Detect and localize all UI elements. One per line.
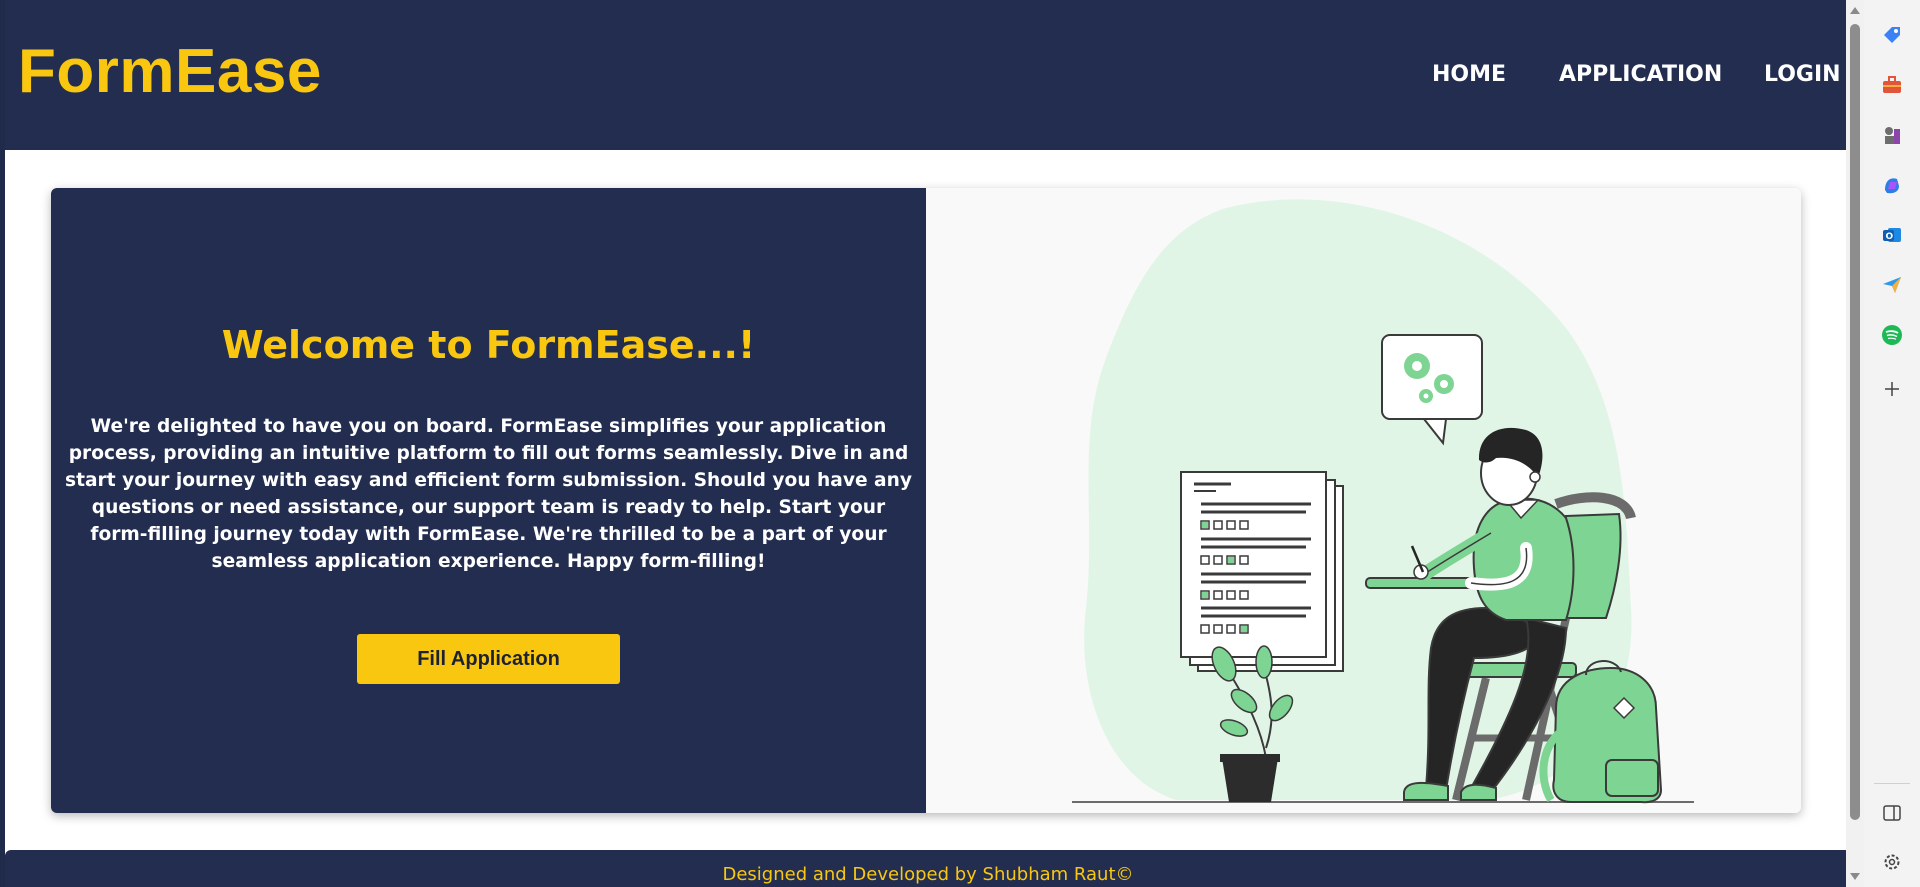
welcome-paragraph: We're delighted to have you on board. Fo… [65, 416, 912, 572]
hero-illustration-panel [926, 188, 1801, 813]
copilot-icon[interactable] [1880, 173, 1904, 197]
send-icon[interactable] [1880, 273, 1904, 297]
form-papers [1180, 471, 1344, 672]
scroll-thumb[interactable] [1850, 24, 1860, 820]
nav-application-link[interactable]: APPLICATION [1559, 62, 1722, 87]
sidebar-separator [1874, 783, 1910, 784]
footer-credit: Designed and Developed by Shubham Raut© [722, 864, 1134, 885]
nav-home-link[interactable]: HOME [1432, 62, 1506, 87]
spotify-icon[interactable] [1880, 323, 1904, 347]
toolbox-icon[interactable] [1880, 73, 1904, 97]
settings-icon[interactable] [1880, 850, 1904, 874]
page: FormEase HOME APPLICATION LOGIN Welcome … [0, 0, 1851, 887]
page-scrollbar[interactable] [1846, 0, 1864, 887]
svg-text:O: O [1886, 232, 1894, 242]
hero-text-panel: Welcome to FormEase...! We're delighted … [51, 188, 926, 813]
hero-card: Welcome to FormEase...! We're delighted … [51, 188, 1801, 813]
brand-logo[interactable]: FormEase [18, 36, 322, 107]
add-icon[interactable] [1880, 377, 1904, 401]
nav-login-link[interactable]: LOGIN [1764, 62, 1841, 87]
panel-toggle-icon[interactable] [1880, 801, 1904, 825]
scroll-up-arrow-icon[interactable] [1850, 7, 1860, 14]
browser-sidebar: O [1864, 0, 1920, 887]
scroll-down-arrow-icon[interactable] [1850, 873, 1860, 880]
tag-icon[interactable] [1880, 23, 1904, 47]
chess-icon[interactable] [1880, 123, 1904, 147]
navbar: FormEase HOME APPLICATION LOGIN [5, 0, 1851, 150]
person-filling-form-illustration [1072, 199, 1694, 804]
footer: Designed and Developed by Shubham Raut© [5, 850, 1851, 887]
outlook-icon[interactable]: O [1880, 223, 1904, 247]
welcome-heading: Welcome to FormEase...! [221, 323, 756, 367]
fill-application-button[interactable]: Fill Application [357, 634, 620, 684]
